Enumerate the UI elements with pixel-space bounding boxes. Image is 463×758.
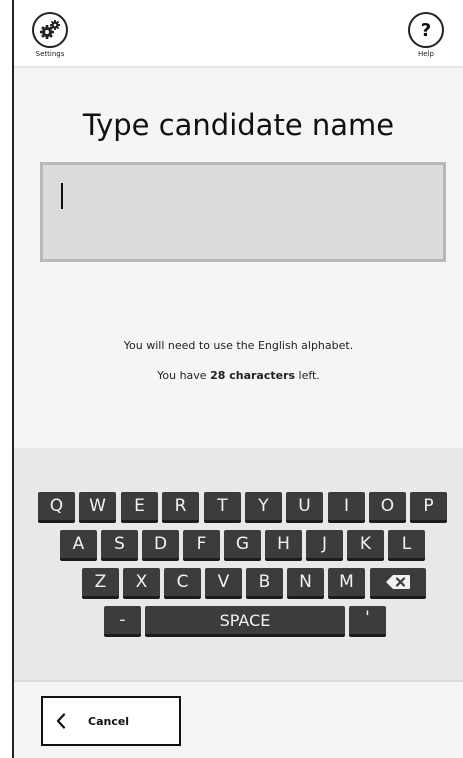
app-frame: Settings ? Help Type candidate name You … [12, 0, 463, 758]
characters-left-notice: You have 28 characters left. [14, 369, 463, 382]
key-w[interactable]: W [79, 492, 116, 523]
key-hyphen[interactable]: - [104, 606, 141, 637]
settings-label: Settings [35, 50, 65, 58]
chevron-left-icon [56, 713, 66, 729]
candidate-name-input[interactable] [40, 162, 446, 262]
cancel-label: Cancel [88, 714, 130, 728]
key-q[interactable]: Q [38, 492, 75, 523]
chars-left-prefix: You have [157, 369, 211, 382]
settings-button[interactable]: Settings [24, 12, 76, 66]
top-bar: Settings ? Help [14, 0, 463, 68]
key-y[interactable]: Y [245, 492, 282, 523]
key-v[interactable]: V [205, 568, 242, 599]
alphabet-notice: You will need to use the English alphabe… [123, 339, 354, 352]
key-s[interactable]: S [101, 530, 138, 561]
key-z[interactable]: Z [82, 568, 119, 599]
gears-icon [32, 12, 68, 48]
key-x[interactable]: X [123, 568, 160, 599]
key-o[interactable]: O [369, 492, 406, 523]
cancel-button[interactable]: Cancel [41, 696, 181, 746]
key-t[interactable]: T [204, 492, 241, 523]
key-j[interactable]: J [306, 530, 343, 561]
key-l[interactable]: L [388, 530, 425, 561]
key-a[interactable]: A [60, 530, 97, 561]
question-icon: ? [408, 12, 444, 48]
help-button[interactable]: ? Help [400, 12, 452, 66]
on-screen-keyboard: Q W E R T Y U I O P A S D F G H J K L Z … [14, 448, 463, 682]
key-r[interactable]: R [162, 492, 199, 523]
key-n[interactable]: N [287, 568, 324, 599]
key-i[interactable]: I [328, 492, 365, 523]
chars-left-suffix: left. [295, 369, 320, 382]
key-b[interactable]: B [246, 568, 283, 599]
key-c[interactable]: C [164, 568, 201, 599]
backspace-icon [386, 575, 410, 589]
key-p[interactable]: P [410, 492, 447, 523]
key-f[interactable]: F [183, 530, 220, 561]
key-u[interactable]: U [286, 492, 323, 523]
key-h[interactable]: H [265, 530, 302, 561]
backspace-key[interactable] [370, 568, 426, 599]
key-e[interactable]: E [121, 492, 158, 523]
help-label: Help [418, 50, 434, 58]
key-k[interactable]: K [347, 530, 384, 561]
chars-left-count: 28 characters [210, 369, 296, 382]
key-g[interactable]: G [224, 530, 261, 561]
key-m[interactable]: M [328, 568, 365, 599]
space-key[interactable]: SPACE [145, 606, 345, 637]
text-caret [61, 183, 63, 209]
question-glyph: ? [420, 19, 432, 41]
key-d[interactable]: D [142, 530, 179, 561]
key-apostrophe[interactable]: ' [349, 606, 386, 637]
page-title: Type candidate name [82, 108, 395, 142]
